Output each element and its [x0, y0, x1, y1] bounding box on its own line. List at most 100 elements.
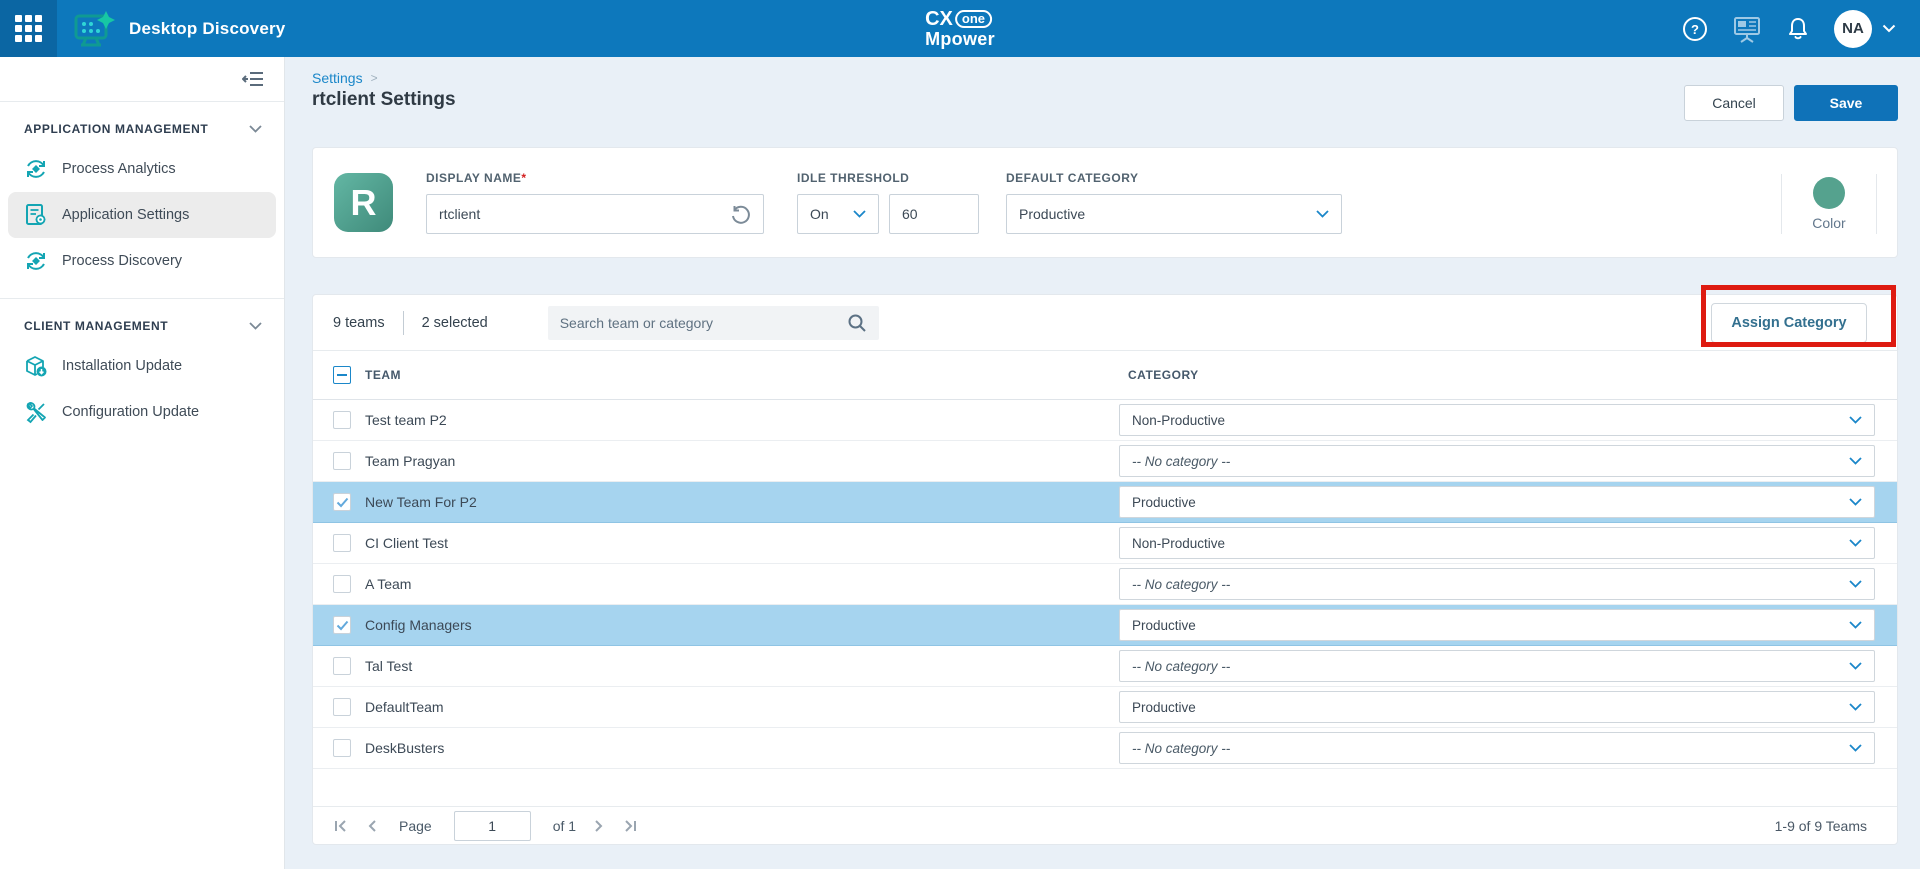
reset-icon[interactable]	[730, 204, 751, 225]
default-category-select[interactable]: Productive	[1006, 194, 1342, 234]
idle-threshold-label: IDLE THRESHOLD	[797, 171, 979, 185]
category-select[interactable]: -- No category --	[1119, 445, 1875, 477]
page-title: rtclient Settings	[312, 89, 456, 111]
next-page-icon[interactable]	[594, 819, 604, 833]
teams-count: 9 teams	[333, 315, 385, 331]
page-number-input[interactable]	[454, 811, 531, 841]
app-title: Desktop Discovery	[129, 19, 285, 39]
team-row[interactable]: Config ManagersProductive	[313, 605, 1897, 646]
save-button[interactable]: Save	[1794, 85, 1898, 121]
color-swatch	[1813, 177, 1845, 209]
search-icon[interactable]	[847, 313, 867, 333]
team-row[interactable]: Team Pragyan -- No category --	[313, 441, 1897, 482]
team-name: Team Pragyan	[365, 453, 455, 469]
required-asterisk: *	[521, 171, 526, 185]
client-settings-card: R DISPLAY NAME* rtclient IDLE THRESHOLD …	[312, 147, 1898, 258]
app-grid-icon	[15, 15, 42, 42]
idle-threshold-toggle-select[interactable]: On	[797, 194, 879, 234]
team-name: New Team For P2	[365, 494, 477, 510]
desktop-discovery-logo-icon	[73, 9, 117, 49]
page-of-label: of 1	[553, 818, 576, 834]
team-name: DefaultTeam	[365, 699, 444, 715]
team-row[interactable]: DefaultTeam Productive	[313, 687, 1897, 728]
application-settings-icon	[24, 203, 48, 227]
app-launcher-button[interactable]	[0, 0, 57, 57]
help-icon[interactable]: ?	[1682, 16, 1708, 42]
category-column-header: CATEGORY	[1128, 368, 1199, 382]
chevron-down-icon	[1849, 621, 1862, 629]
sidebar-item-configuration-update[interactable]: Configuration Update	[8, 389, 276, 435]
category-select[interactable]: Productive	[1119, 609, 1875, 641]
sidebar-item-process-discovery[interactable]: Process Discovery	[8, 238, 276, 284]
presentation-icon[interactable]	[1732, 15, 1762, 43]
sidebar: APPLICATION MANAGEMENT Process Analytics…	[0, 57, 285, 869]
idle-threshold-seconds-field[interactable]: 60	[889, 194, 979, 234]
breadcrumb: Settings >	[312, 70, 378, 86]
select-all-checkbox[interactable]	[333, 366, 351, 384]
category-select[interactable]: Productive	[1119, 486, 1875, 518]
cxone-mpower-logo: CXone Mpower	[925, 9, 995, 49]
team-row[interactable]: New Team For P2 Productive	[313, 482, 1897, 523]
first-page-icon[interactable]	[333, 819, 349, 833]
team-row[interactable]: A Team -- No category --	[313, 564, 1897, 605]
row-checkbox[interactable]	[333, 534, 351, 552]
previous-page-icon[interactable]	[367, 819, 377, 833]
process-discovery-icon	[24, 249, 48, 273]
cancel-button[interactable]: Cancel	[1684, 85, 1784, 121]
section-client-management[interactable]: CLIENT MANAGEMENT	[0, 319, 284, 333]
user-avatar[interactable]: NA	[1834, 10, 1872, 48]
user-menu-chevron-icon[interactable]	[1882, 24, 1896, 33]
sidebar-item-installation-update[interactable]: Installation Update	[8, 343, 276, 389]
team-name: A Team	[365, 576, 411, 592]
team-name: Test team P2	[365, 412, 447, 428]
search-input[interactable]	[560, 315, 847, 331]
team-column-header: TEAM	[365, 368, 401, 382]
svg-text:?: ?	[1691, 22, 1699, 37]
configuration-update-icon	[24, 400, 48, 424]
default-category-label: DEFAULT CATEGORY	[1006, 171, 1342, 185]
display-name-label: DISPLAY NAME	[426, 171, 521, 185]
category-select[interactable]: Non-Productive	[1119, 404, 1875, 436]
category-select[interactable]: -- No category --	[1119, 568, 1875, 600]
team-row[interactable]: DeskBusters -- No category --	[313, 728, 1897, 769]
row-checkbox[interactable]	[333, 411, 351, 429]
color-picker[interactable]: Color	[1781, 174, 1877, 234]
team-name: DeskBusters	[365, 740, 444, 756]
row-checkbox[interactable]	[333, 575, 351, 593]
installation-update-icon	[24, 354, 48, 378]
assign-category-button[interactable]: Assign Category	[1711, 303, 1867, 343]
row-checkbox[interactable]	[333, 616, 351, 634]
row-checkbox[interactable]	[333, 698, 351, 716]
chevron-down-icon	[1849, 703, 1862, 711]
row-checkbox[interactable]	[333, 739, 351, 757]
row-checkbox[interactable]	[333, 657, 351, 675]
team-row[interactable]: CI Client Test Non-Productive	[313, 523, 1897, 564]
sidebar-collapse-icon[interactable]	[242, 70, 264, 88]
category-select[interactable]: Non-Productive	[1119, 527, 1875, 559]
team-search	[548, 306, 879, 340]
chevron-down-icon	[249, 322, 262, 330]
page-label: Page	[399, 818, 432, 834]
category-select[interactable]: Productive	[1119, 691, 1875, 723]
breadcrumb-settings-link[interactable]: Settings	[312, 70, 363, 86]
team-row[interactable]: Tal Test -- No category --	[313, 646, 1897, 687]
sidebar-item-application-settings[interactable]: Application Settings	[8, 192, 276, 238]
team-row[interactable]: Test team P2 Non-Productive	[313, 400, 1897, 441]
check-icon	[336, 620, 349, 631]
team-name: CI Client Test	[365, 535, 448, 551]
section-application-management[interactable]: APPLICATION MANAGEMENT	[0, 122, 284, 136]
sidebar-item-process-analytics[interactable]: Process Analytics	[8, 146, 276, 192]
display-name-field[interactable]: rtclient	[426, 194, 764, 234]
category-select[interactable]: -- No category --	[1119, 650, 1875, 682]
team-name: Tal Test	[365, 658, 412, 674]
team-table-body: Test team P2 Non-Productive Team Pragyan --…	[313, 400, 1897, 769]
last-page-icon[interactable]	[622, 819, 638, 833]
notifications-bell-icon[interactable]	[1786, 16, 1810, 42]
selected-count: 2 selected	[422, 315, 488, 331]
rows-range-label: 1-9 of 9 Teams	[1775, 818, 1867, 834]
row-checkbox[interactable]	[333, 452, 351, 470]
chevron-down-icon	[1849, 416, 1862, 424]
category-select[interactable]: -- No category --	[1119, 732, 1875, 764]
row-checkbox[interactable]	[333, 493, 351, 511]
pagination-bar: Page of 1 1-9 of 9 Teams	[313, 806, 1897, 844]
